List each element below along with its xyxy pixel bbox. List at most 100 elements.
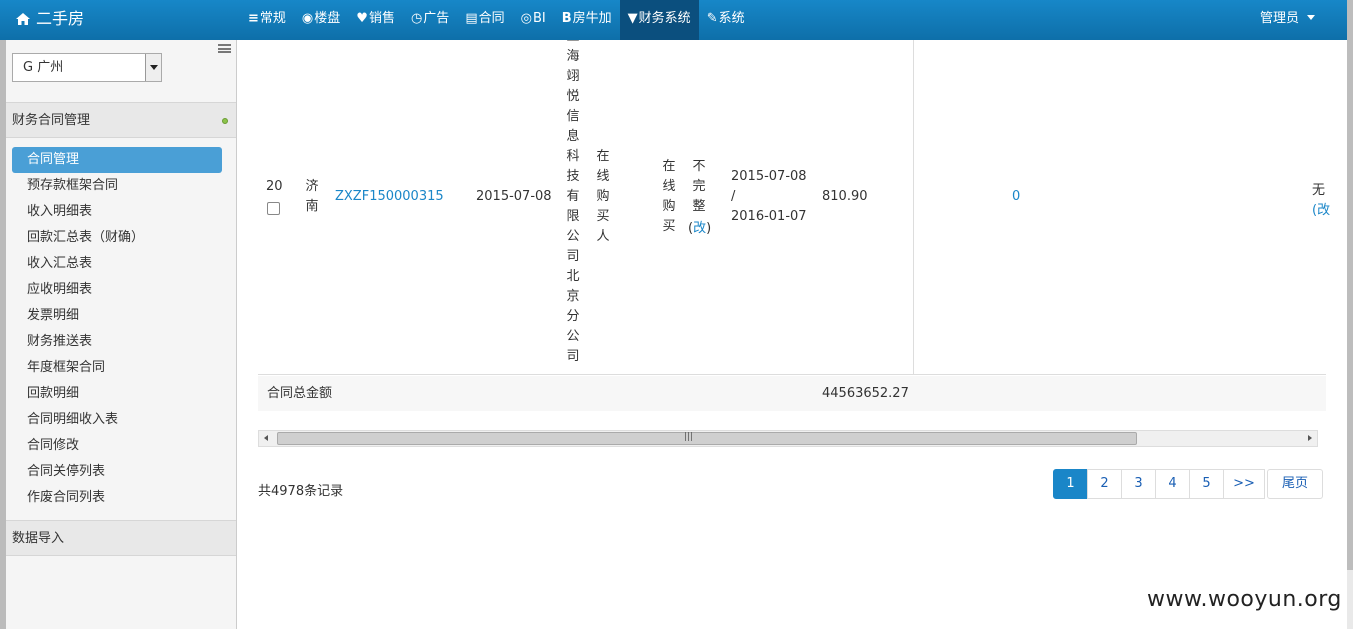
section-title: 财务合同管理 (12, 113, 91, 128)
nav-label: 广告 (423, 11, 450, 26)
home-icon (16, 13, 30, 25)
char: 南 (305, 199, 319, 214)
total-value: 44563652.27 (822, 386, 909, 401)
user-name: 管理员 (1259, 11, 1299, 26)
scroll-right-arrow-icon[interactable] (1308, 435, 1312, 441)
contract-number-link[interactable]: ZXZF150000315 (335, 189, 444, 204)
nav-item-finance[interactable]: ▼财务系统 (619, 0, 699, 40)
page-2-button[interactable]: 2 (1087, 469, 1122, 499)
table-row: 20 济 南 ZXZF150000315 2015-07-08 上海翊悦信息科技… (258, 40, 1330, 375)
next-page-button[interactable]: >> (1223, 469, 1265, 499)
nav-item-system[interactable]: ✎系统 (699, 0, 753, 40)
nav-label: 房牛加 (572, 11, 612, 26)
eye-icon: ◎ (520, 11, 532, 26)
brand-title: 二手房 (36, 9, 85, 28)
sidebar-item-contract-closed[interactable]: 合同关停列表 (12, 459, 222, 485)
page-4-button[interactable]: 4 (1155, 469, 1190, 499)
globe-icon: ◉ (301, 11, 314, 26)
bold-b-icon: B (561, 11, 572, 26)
watermark: www.wooyun.org (1147, 587, 1342, 612)
period-end: 2016-01-07 (731, 209, 807, 224)
sidebar-item-contract-void[interactable]: 作废合同列表 (12, 485, 222, 511)
sidebar-item-receivable-detail[interactable]: 应收明细表 (12, 277, 222, 303)
nav-item-property[interactable]: ◉楼盘 (294, 0, 348, 40)
grip-icon: ||| (684, 432, 694, 442)
row-checkbox[interactable] (267, 202, 280, 215)
char: 息 (566, 129, 580, 144)
contract-date: 2015-07-08 (476, 189, 552, 204)
char: 购 (596, 189, 610, 204)
scrollbar-thumb[interactable] (277, 432, 1137, 445)
brand[interactable]: 二手房 (16, 0, 84, 40)
char: 司 (566, 349, 580, 364)
sidebar-item-payment-summary[interactable]: 回款汇总表（财确） (12, 225, 222, 251)
buyer-type-cell: 在线购买人 (595, 147, 611, 247)
page-1-button[interactable]: 1 (1053, 469, 1088, 499)
nav-item-general[interactable]: ≡常规 (240, 0, 294, 40)
page-3-button[interactable]: 3 (1121, 469, 1156, 499)
sidebar-item-annual-framework[interactable]: 年度框架合同 (12, 355, 222, 381)
nav-label: 财务系统 (638, 11, 691, 26)
char: 购 (662, 199, 676, 214)
char: 线 (596, 169, 610, 184)
pagination: 1 2 3 4 5 >> 尾页 (1053, 469, 1323, 499)
nav-item-ads[interactable]: ◷广告 (403, 0, 457, 40)
file-icon: ▤ (465, 11, 478, 26)
extra-edit-link[interactable]: (改 (1312, 199, 1330, 218)
contract-amount: 810.90 (822, 189, 868, 204)
caret-down-icon (1307, 15, 1315, 20)
nav-item-contract[interactable]: ▤合同 (457, 0, 512, 40)
char: 有 (566, 189, 580, 204)
page-vertical-scrollbar[interactable] (1347, 0, 1353, 629)
top-navbar: 二手房 ≡常规 ◉楼盘 ♥销售 ◷广告 ▤合同 ◎BI B房牛加 ▼财务系统 ✎… (0, 0, 1347, 40)
city-select-value: G 广州 (23, 60, 64, 75)
char: 翊 (566, 69, 580, 84)
nav-label: 常规 (259, 11, 286, 26)
page-5-button[interactable]: 5 (1189, 469, 1224, 499)
nav-label: 销售 (368, 11, 395, 26)
status-edit-link[interactable]: 改 (693, 221, 706, 236)
sidebar-item-income-detail[interactable]: 收入明细表 (12, 199, 222, 225)
column-divider (913, 40, 914, 375)
heart-icon: ♥ (356, 11, 368, 26)
char: 完 (692, 179, 706, 194)
section-finance-contract[interactable]: 财务合同管理 (6, 102, 236, 138)
sidebar-item-prepaid-framework[interactable]: 预存款框架合同 (12, 173, 222, 199)
char: 技 (566, 169, 580, 184)
scroll-left-arrow-icon[interactable] (264, 435, 268, 441)
scrollbar-thumb[interactable] (1347, 0, 1353, 570)
user-menu[interactable]: 管理员 (1260, 0, 1315, 40)
nav-label: 系统 (718, 11, 745, 26)
char: 公 (566, 329, 580, 344)
sidebar-item-finance-push[interactable]: 财务推送表 (12, 329, 222, 355)
status-dot-icon (222, 118, 228, 124)
sidebar-item-contract-income[interactable]: 合同明细收入表 (12, 407, 222, 433)
record-count: 共4978条记录 (258, 484, 344, 499)
nav-item-sales[interactable]: ♥销售 (348, 0, 403, 40)
section-data-import[interactable]: 数据导入 (6, 520, 236, 556)
last-page-button[interactable]: 尾页 (1267, 469, 1323, 499)
sidebar-menu: 合同管理 预存款框架合同 收入明细表 回款汇总表（财确） 收入汇总表 应收明细表… (12, 147, 222, 511)
sidebar-item-contract-management[interactable]: 合同管理 (12, 147, 222, 173)
clock-icon: ◷ (410, 11, 423, 26)
table-horizontal-scrollbar[interactable]: ||| (258, 430, 1318, 447)
dropdown-arrow-icon[interactable] (145, 54, 161, 81)
sidebar-item-contract-edit[interactable]: 合同修改 (12, 433, 222, 459)
char: 北 (566, 269, 580, 284)
char: 司 (566, 249, 580, 264)
city-select[interactable]: G 广州 (12, 53, 162, 82)
char: 济 (305, 179, 319, 194)
char: 整 (692, 199, 706, 214)
main-content: 20 济 南 ZXZF150000315 2015-07-08 上海翊悦信息科技… (237, 40, 1347, 629)
sidebar-item-invoice-detail[interactable]: 发票明细 (12, 303, 222, 329)
nav-label: 合同 (478, 11, 505, 26)
nav-item-bi[interactable]: ◎BI (513, 0, 554, 40)
sidebar-item-income-summary[interactable]: 收入汇总表 (12, 251, 222, 277)
char: 分 (566, 309, 580, 324)
char: 线 (662, 179, 676, 194)
collapse-menu-icon[interactable] (218, 44, 231, 53)
nav-label: 楼盘 (314, 11, 341, 26)
count-link[interactable]: 0 (1012, 189, 1020, 204)
nav-item-fangniujia[interactable]: B房牛加 (554, 0, 620, 40)
sidebar-item-payment-detail[interactable]: 回款明细 (12, 381, 222, 407)
